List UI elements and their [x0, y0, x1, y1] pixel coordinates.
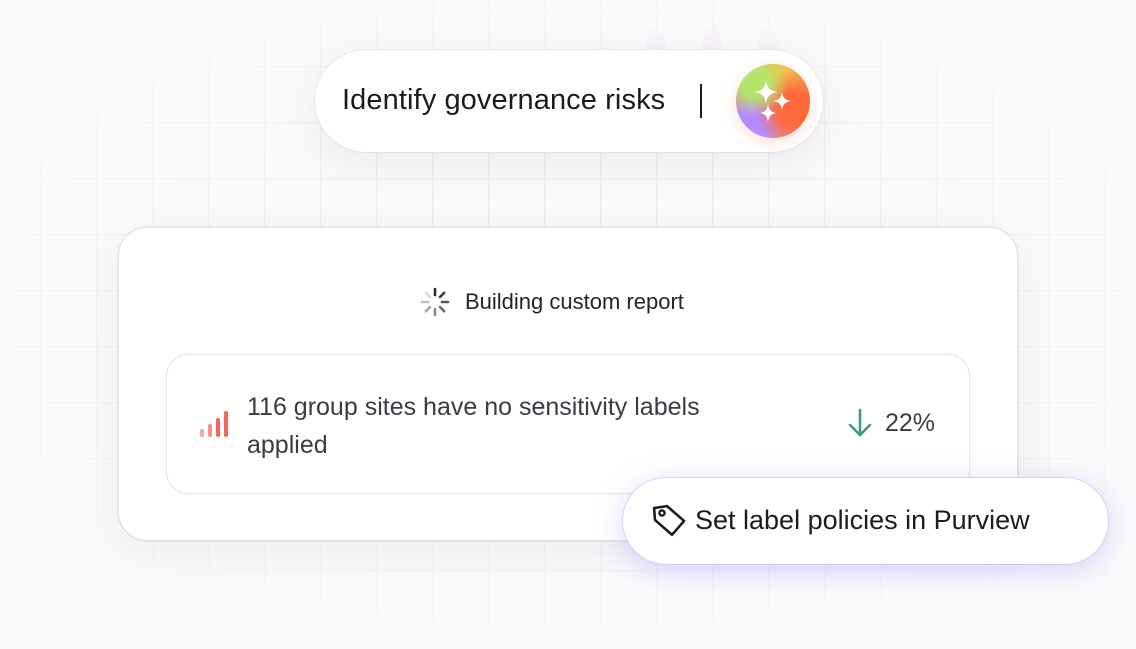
arrow-down-icon	[848, 408, 872, 437]
report-status: Building custom report	[419, 286, 684, 318]
sparkles-icon[interactable]	[736, 64, 810, 138]
delta-value: 22%	[884, 408, 935, 437]
loading-spinner-icon	[420, 287, 450, 317]
tag-icon	[652, 504, 686, 537]
prompt-text[interactable]: Identify governance risks	[342, 84, 665, 117]
set-label-policies-button[interactable]: Set label policies in Purview	[623, 478, 1108, 564]
insight-text: 116 group sites have no sensitivity labe…	[247, 393, 700, 459]
delta-indicator: 22%	[847, 408, 935, 438]
signal-bars-icon	[200, 411, 228, 437]
report-status-text: Building custom report	[465, 289, 684, 314]
prompt-input[interactable]: Identify governance risks	[315, 50, 823, 152]
insight-row[interactable]: 116 group sites have no sensitivity labe…	[167, 355, 969, 493]
set-label-policies-label: Set label policies in Purview	[695, 505, 1030, 535]
text-caret	[700, 84, 702, 118]
